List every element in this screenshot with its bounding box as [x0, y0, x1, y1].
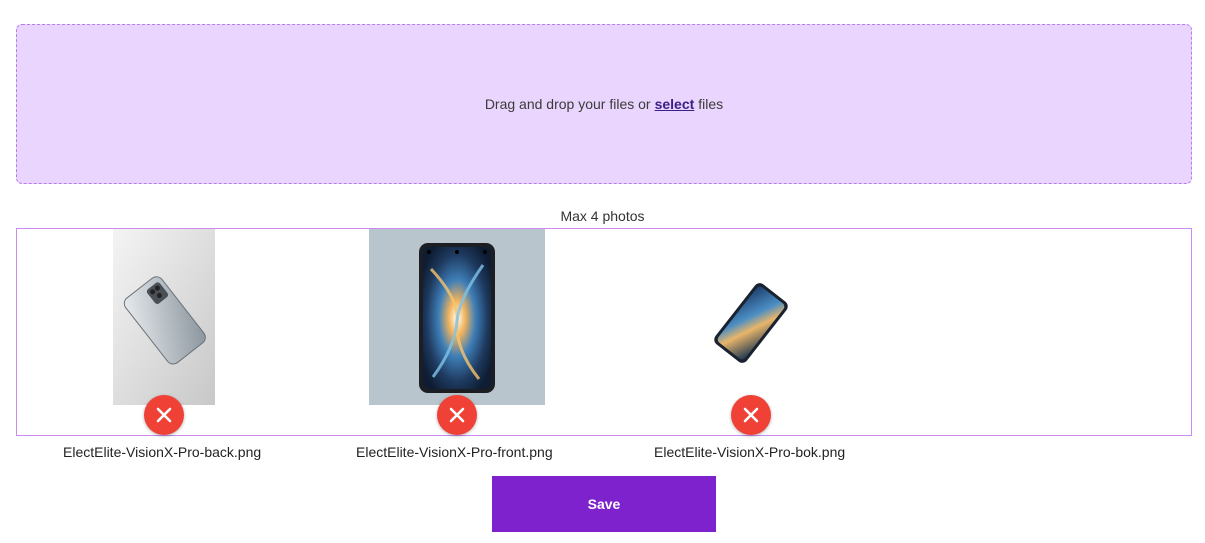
close-icon: [156, 407, 172, 423]
close-icon: [743, 407, 759, 423]
file-dropzone[interactable]: Drag and drop your files or select files: [16, 24, 1192, 184]
phone-front-photo-icon: [369, 229, 545, 405]
phone-back-photo-icon: [113, 229, 215, 405]
remove-photo-button[interactable]: [144, 395, 184, 435]
remove-photo-button[interactable]: [437, 395, 477, 435]
photo-filename: ElectElite-VisionX-Pro-back.png: [63, 444, 262, 460]
phone-side-photo-icon: [701, 279, 801, 367]
photo-thumbnail-front: [369, 229, 545, 405]
close-icon: [449, 407, 465, 423]
save-button[interactable]: Save: [492, 476, 716, 532]
photo-thumbnail-side: [701, 279, 801, 367]
dropzone-text-after: files: [698, 96, 724, 112]
photo-thumbnail-back: [113, 229, 215, 405]
select-files-link[interactable]: select: [655, 96, 695, 112]
dropzone-text-before: Drag and drop your files or: [484, 96, 651, 112]
photo-gallery: [16, 228, 1192, 436]
max-photos-label: Max 4 photos: [560, 208, 645, 224]
photo-filename: ElectElite-VisionX-Pro-bok.png: [654, 444, 846, 460]
photo-filename: ElectElite-VisionX-Pro-front.png: [356, 444, 553, 460]
remove-photo-button[interactable]: [731, 395, 771, 435]
